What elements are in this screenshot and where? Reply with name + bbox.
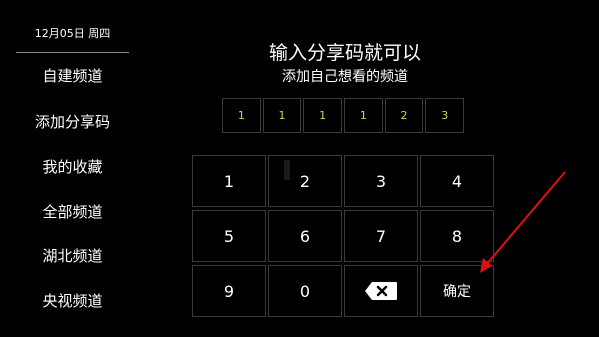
key-4[interactable]: 4 [420,155,494,207]
share-code-display: 1 1 1 1 2 3 [222,98,466,133]
sidebar-item-cctv-channels[interactable]: 央视频道 [0,290,145,311]
page-title: 输入分享码就可以 [268,42,421,64]
key-8[interactable]: 8 [420,210,494,262]
page-subtitle: 添加自己想看的频道 [282,69,408,85]
code-digit: 1 [344,98,383,133]
code-digit: 1 [222,98,261,133]
divider [16,52,129,53]
code-digit: 2 [384,98,424,133]
confirm-button[interactable]: 确定 [420,265,494,317]
sidebar-item-custom-channels[interactable]: 自建频道 [0,65,145,86]
key-9[interactable]: 9 [192,265,266,317]
sidebar-item-hubei-channels[interactable]: 湖北频道 [0,245,145,266]
key-1[interactable]: 1 [192,155,266,207]
date-label: 12月05日 周四 [34,27,111,40]
code-digit: 3 [425,98,465,133]
sidebar-item-all-channels[interactable]: 全部频道 [0,201,145,222]
key-7[interactable]: 7 [344,210,418,262]
backspace-icon [365,282,397,300]
numeric-keypad: 1 2 3 4 5 6 7 8 9 0 确定 [192,155,496,317]
sidebar-item-favorites[interactable]: 我的收藏 [0,156,145,177]
backspace-button[interactable] [344,265,418,317]
key-0[interactable]: 0 [268,265,342,317]
sidebar-item-add-share-code[interactable]: 添加分享码 [0,111,145,132]
key-3[interactable]: 3 [344,155,418,207]
sidebar: 12月05日 周四 自建频道 添加分享码 我的收藏 全部频道 湖北频道 央视频道 [0,0,140,337]
code-digit: 1 [262,98,302,133]
key-2[interactable]: 2 [268,155,342,207]
key-5[interactable]: 5 [192,210,266,262]
key-6[interactable]: 6 [268,210,342,262]
code-digit: 1 [303,98,343,133]
